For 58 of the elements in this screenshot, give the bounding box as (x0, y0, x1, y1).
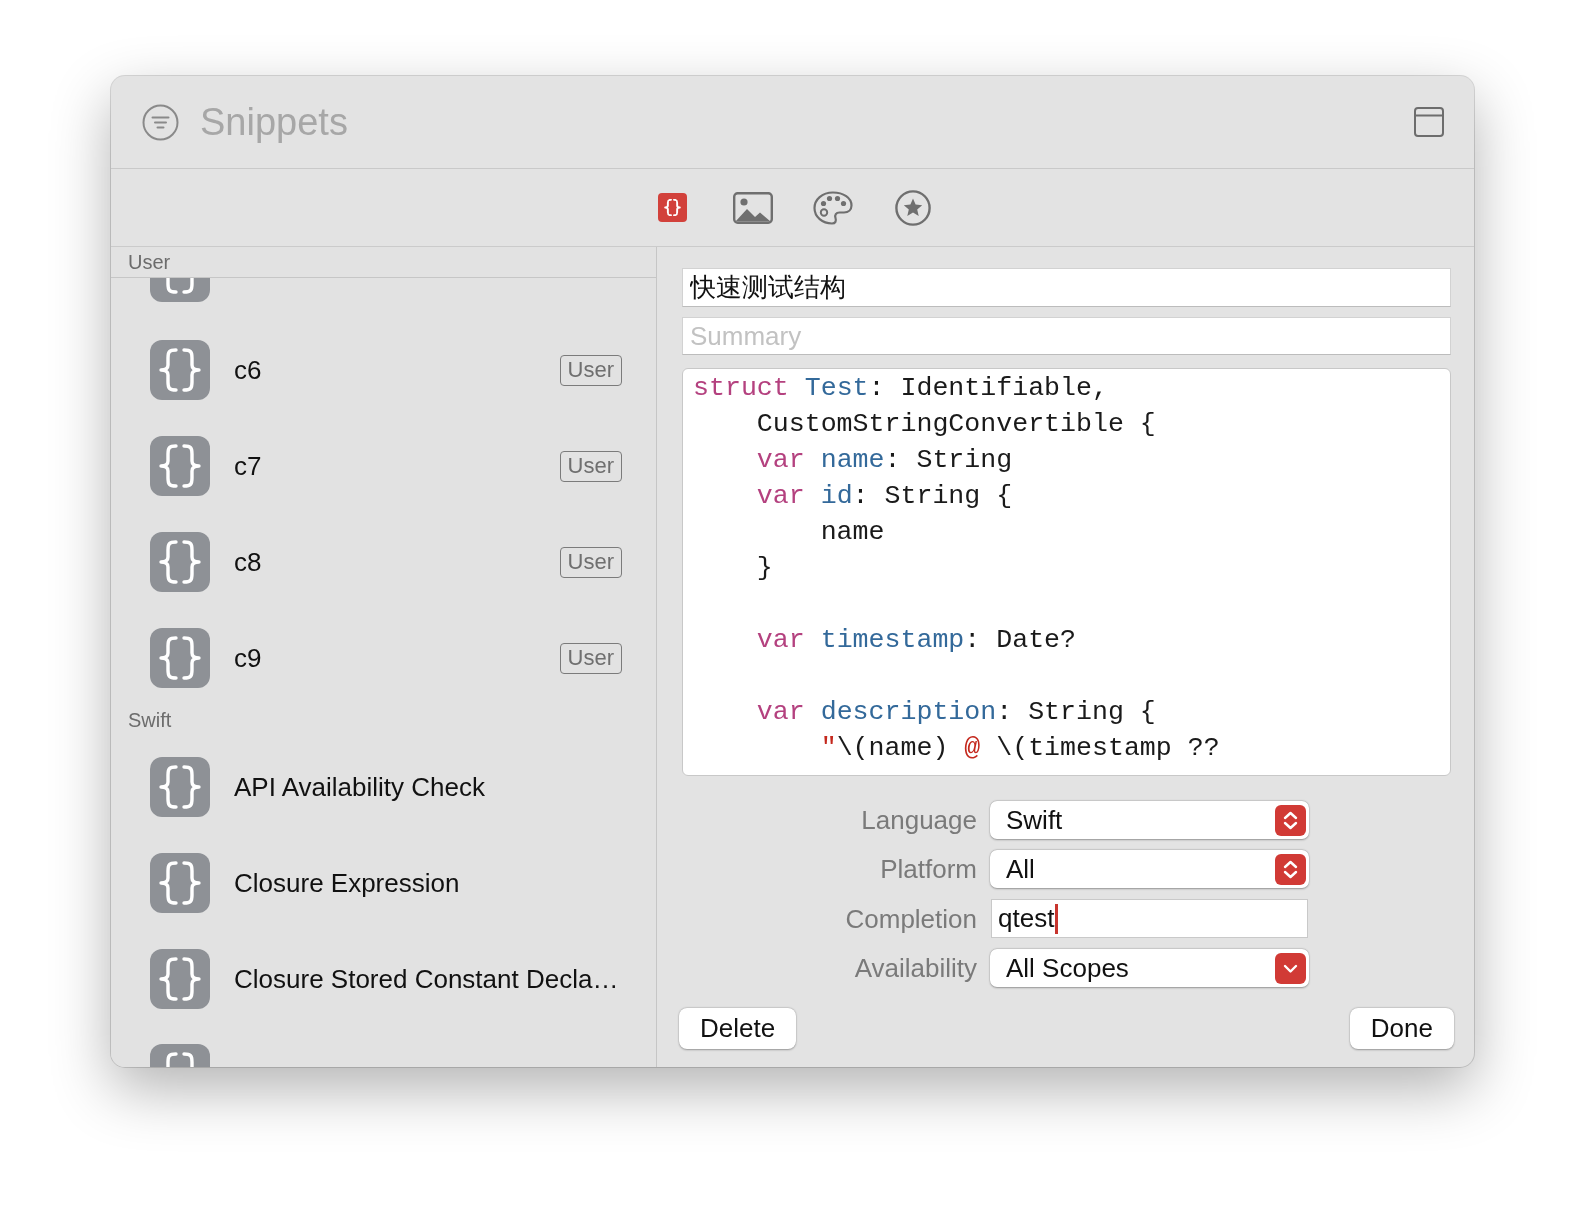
section-header: Swift (128, 708, 172, 732)
window-icon[interactable] (1414, 107, 1444, 137)
code-line: var name: String (756, 444, 1013, 477)
field-label: Completion (845, 903, 977, 934)
popup-select[interactable]: Swift (990, 801, 1309, 839)
code-editor[interactable]: struct Test: Identifiable, CustomStringConvertible { var name: String var id: String { name } var timestamp: Date? var description: String { "\(name) @ \(timestamp ?? (682, 368, 1451, 776)
dialog-button[interactable]: Done (1349, 1008, 1454, 1049)
window-title: Snippets (200, 100, 348, 144)
code-line: var timestamp: Date? (756, 624, 1077, 657)
filter-icon[interactable] (142, 103, 179, 141)
section-header: User (128, 250, 171, 274)
field-label: Platform (880, 854, 977, 884)
snippet-name[interactable]: API Availability Check (234, 772, 485, 802)
toolbar-tab[interactable] (894, 189, 931, 226)
braces-icon (150, 628, 210, 688)
code-line: var id: String { (756, 480, 1013, 513)
braces-icon (664, 199, 681, 216)
code-line: } (756, 552, 773, 585)
snippet-name[interactable]: c7 (234, 451, 262, 481)
code-line: struct Test: Identifiable, (693, 372, 1108, 405)
summary-field[interactable]: Summary (682, 317, 1451, 355)
scope-tag: User (559, 450, 622, 482)
palette-icon (812, 190, 853, 225)
braces-icon (150, 949, 210, 1009)
braces-icon (150, 532, 210, 592)
chevron-down-icon (1275, 952, 1306, 984)
snippet-name[interactable]: Closure Expression (234, 868, 460, 898)
snippet-name[interactable]: c8 (234, 547, 262, 577)
code-line: var description: String { (756, 696, 1156, 729)
title-field[interactable]: 快速测试结构 (682, 268, 1451, 307)
dropdown-select[interactable]: All Scopes (990, 949, 1309, 987)
toolbar-tab[interactable] (732, 191, 773, 224)
code-line: CustomStringConvertible { (756, 408, 1156, 441)
toolbar-tab[interactable] (812, 190, 853, 225)
text-cursor (1055, 903, 1059, 934)
stepper-icon (1275, 804, 1306, 836)
toolbar-tab[interactable] (658, 193, 687, 222)
scope-tag: User (559, 546, 622, 578)
text-field[interactable]: qtest (991, 899, 1308, 938)
code-line: "\(name) @ \(timestamp ?? (820, 732, 1220, 765)
braces-icon (150, 278, 210, 302)
code-line: name (820, 516, 885, 549)
image-icon (732, 191, 773, 224)
braces-icon (150, 853, 210, 913)
scope-tag: User (559, 642, 622, 674)
braces-icon (150, 757, 210, 817)
snippet-name[interactable]: Closure Stored Constant Decla… (234, 964, 619, 994)
dialog-button[interactable]: Delete (679, 1008, 797, 1049)
stepper-icon (1275, 853, 1306, 885)
braces-icon (150, 340, 210, 400)
braces-icon (150, 1044, 210, 1067)
popup-select[interactable]: All (990, 850, 1309, 888)
snippet-name[interactable]: c9 (234, 643, 262, 673)
snippet-name[interactable]: c6 (234, 355, 262, 385)
field-label: Language (861, 805, 977, 835)
field-label: Availability (854, 953, 977, 983)
braces-icon (150, 436, 210, 496)
scope-tag: User (559, 354, 622, 386)
